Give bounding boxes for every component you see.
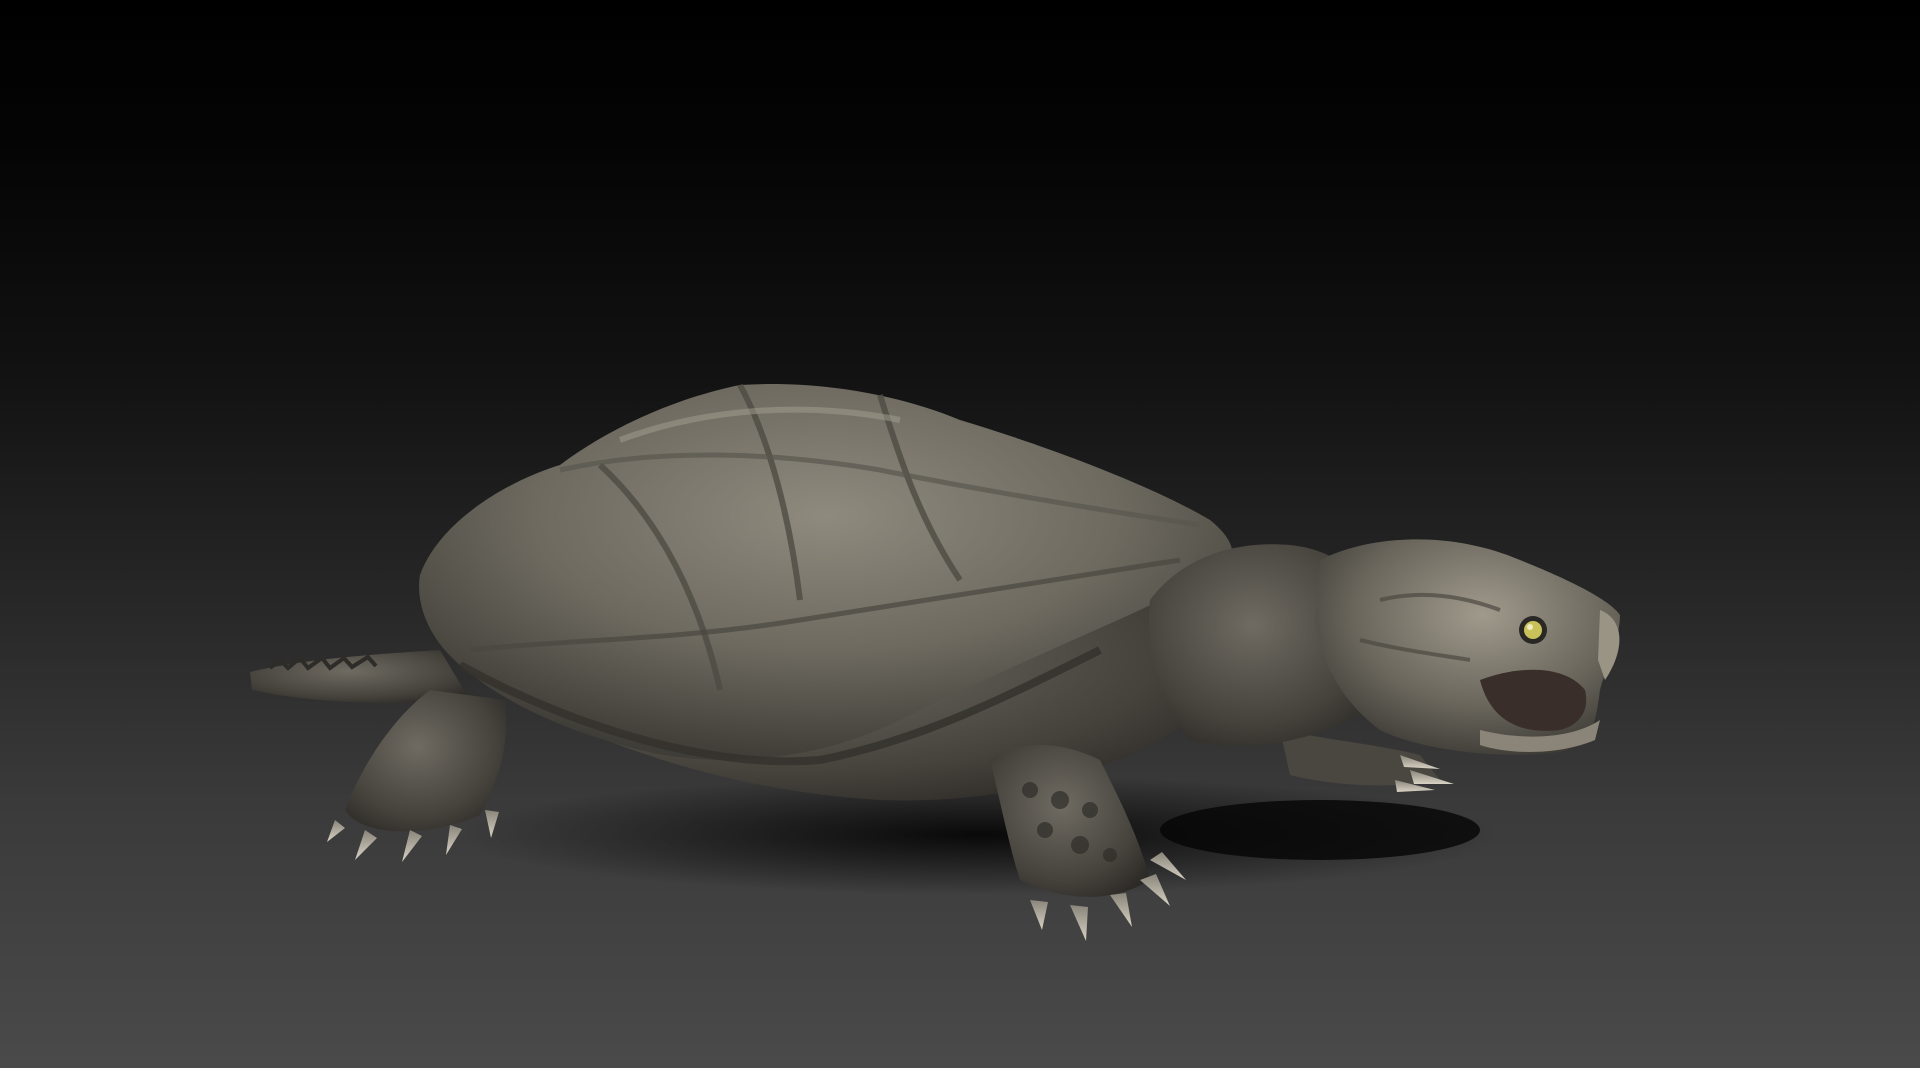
turtle-eye [1519,616,1547,644]
snapping-turtle-render [250,383,1620,941]
render-viewport [0,0,1920,1068]
turtle-head [1315,539,1620,755]
